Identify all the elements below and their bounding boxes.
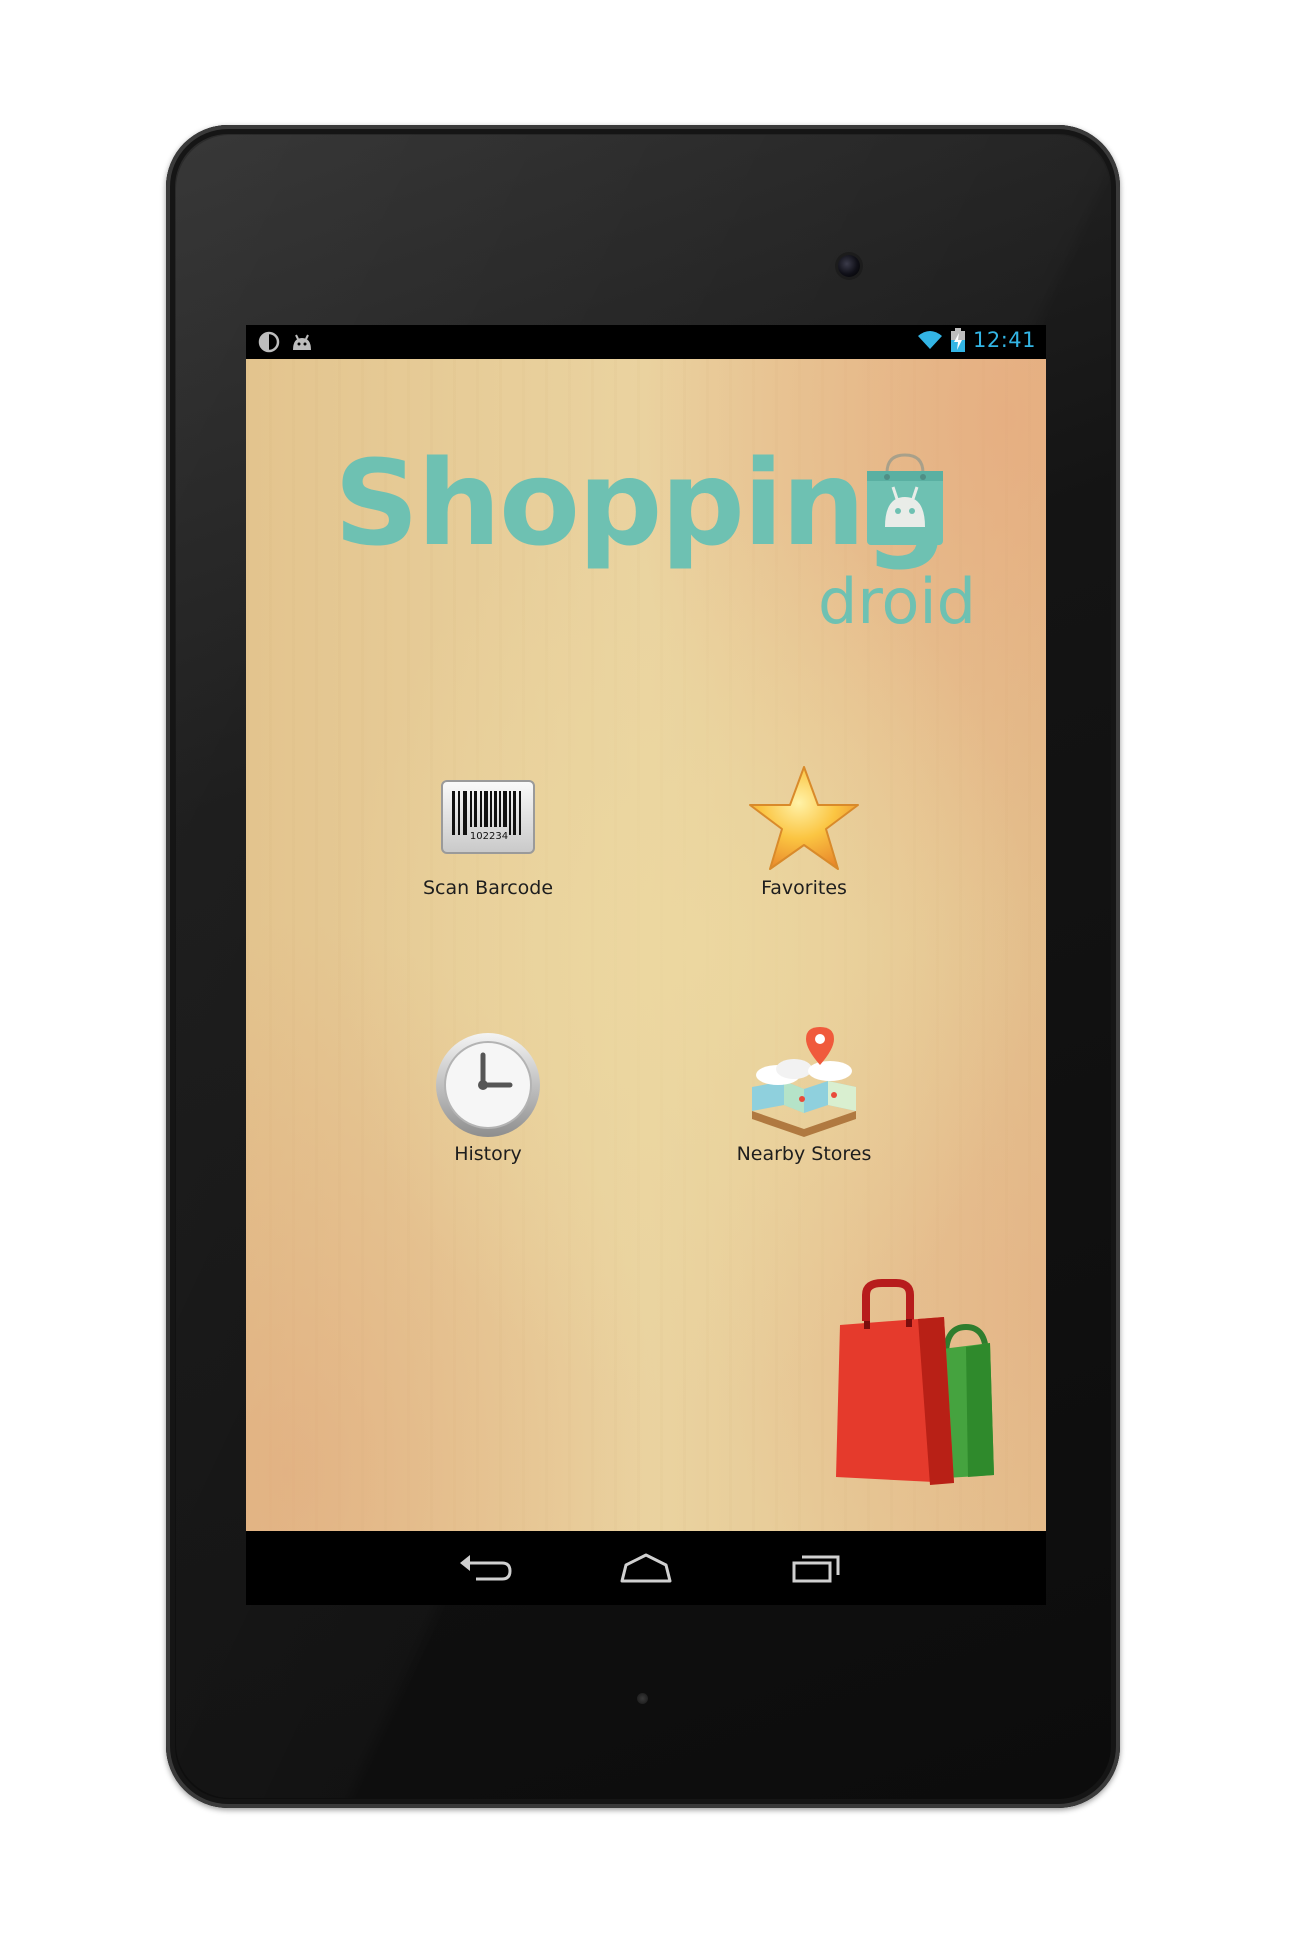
barcode-icon: 102234 [441,780,535,854]
front-camera [838,255,860,277]
half-moon-icon [258,331,280,353]
app-main-screen: Shopping droid 102234 Scan Barcode Favor… [246,359,1046,1531]
status-bar: 12:41 [246,325,1046,359]
star-icon [749,766,859,870]
back-button[interactable] [454,1549,514,1589]
favorites-label: Favorites [761,877,847,899]
home-icon [620,1553,672,1583]
history-button[interactable]: History [378,1025,598,1175]
back-icon [460,1555,512,1581]
app-logo-subtitle: droid [818,565,976,638]
android-icon [293,334,311,350]
nearby-stores-button[interactable]: Nearby Stores [694,1025,914,1175]
app-logo-title: Shopping [334,434,948,572]
navigation-bar [246,1531,1046,1605]
clock-icon [436,1033,540,1137]
history-label: History [454,1143,522,1165]
scan-barcode-button[interactable]: 102234 Scan Barcode [378,759,598,909]
map-pin-icon [752,1027,856,1137]
status-clock: 12:41 [972,328,1036,352]
screen: 12:41 Shopping droid 102234 Scan Barcode… [246,325,1046,1605]
shopping-bags-illustration [836,1279,994,1485]
recent-apps-button[interactable] [786,1549,846,1589]
wifi-icon [917,331,942,349]
tablet-frame: 12:41 Shopping droid 102234 Scan Barcode… [166,125,1120,1808]
scan-barcode-label: Scan Barcode [422,877,554,899]
barcode-number: 102234 [470,831,508,842]
recent-apps-icon [792,1555,840,1583]
favorites-button[interactable]: Favorites [694,759,914,909]
light-sensor [637,1693,648,1704]
battery-charging-icon [950,328,965,352]
home-button[interactable] [616,1549,676,1589]
shopping-bag-logo-icon [867,453,943,545]
nearby-stores-label: Nearby Stores [736,1143,872,1165]
